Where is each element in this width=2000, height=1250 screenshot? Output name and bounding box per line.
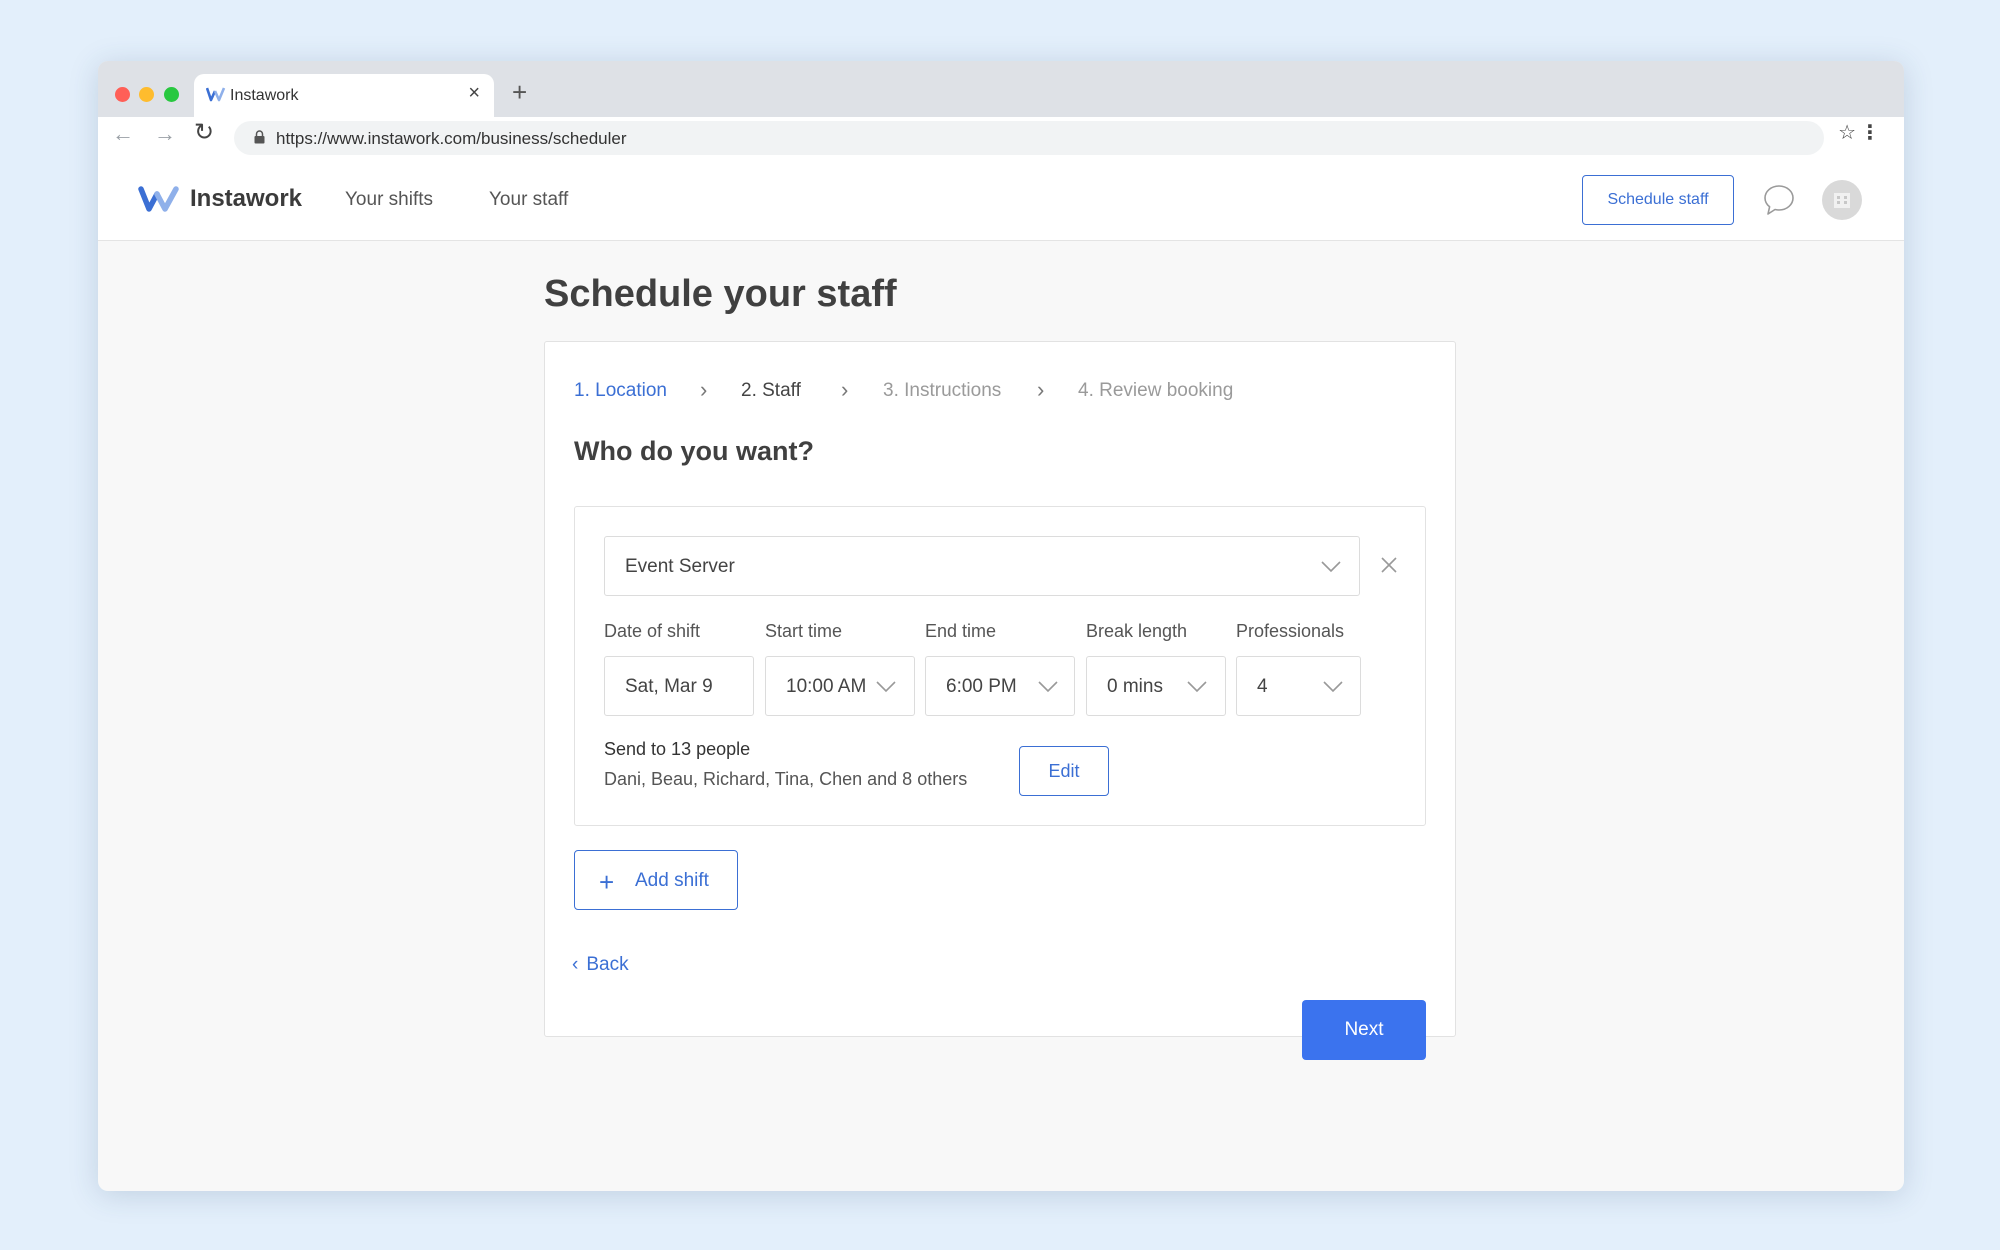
chevron-right-icon: › — [1037, 377, 1045, 402]
forward-arrow-icon[interactable]: → — [154, 123, 176, 145]
chevron-right-icon: › — [700, 377, 708, 402]
start-time-value: 10:00 AM — [786, 676, 867, 697]
chevron-down-icon — [876, 681, 896, 693]
browser-tab[interactable]: Instawork × — [194, 74, 494, 117]
chevron-down-icon — [1323, 681, 1343, 693]
app-header: Instawork Your shifts Your staff Schedul… — [98, 159, 1904, 241]
chevron-right-icon: › — [841, 377, 849, 402]
date-label: Date of shift — [604, 621, 701, 641]
browser-window: Instawork × + ← → ↻ https://www.instawor… — [98, 61, 1904, 1191]
next-button[interactable]: Next — [1302, 1000, 1426, 1060]
logo-text: Instawork — [190, 185, 303, 212]
reload-icon[interactable]: ↻ — [194, 121, 214, 145]
tab-title: Instawork — [230, 87, 299, 104]
step-staff: 2. Staff — [741, 380, 801, 401]
tab-bar: Instawork × + — [98, 61, 1904, 117]
edit-recipients-button[interactable]: Edit — [1019, 746, 1109, 796]
page-title: Schedule your staff — [544, 273, 897, 315]
end-time-value: 6:00 PM — [946, 676, 1017, 697]
start-time-label: Start time — [765, 621, 843, 641]
lock-icon — [254, 130, 265, 144]
chevron-down-icon — [1321, 561, 1341, 573]
scheduler-card: 1. Location › 2. Staff › 3. Instructions… — [544, 341, 1456, 1060]
nav-your-shifts[interactable]: Your shifts — [345, 189, 433, 211]
step-instructions: 3. Instructions — [883, 380, 1002, 401]
step-review-booking: 4. Review booking — [1078, 380, 1234, 401]
remove-shift-icon[interactable] — [1380, 556, 1398, 574]
add-shift-button[interactable]: + Add shift — [574, 850, 738, 910]
nav-your-staff[interactable]: Your staff — [489, 189, 568, 211]
step-location[interactable]: 1. Location — [574, 380, 667, 402]
professionals-label: Professionals — [1236, 621, 1345, 641]
professionals-value: 4 — [1257, 676, 1268, 697]
building-icon — [1834, 193, 1850, 208]
break-length-value: 0 mins — [1107, 676, 1163, 697]
url-input[interactable]: https://www.instawork.com/business/sched… — [234, 121, 1824, 155]
minimize-window-button[interactable] — [139, 87, 154, 102]
role-value: Event Server — [625, 556, 735, 577]
close-window-button[interactable] — [115, 87, 130, 102]
break-length-label: Break length — [1086, 621, 1188, 641]
instawork-logo-icon — [138, 186, 179, 212]
instawork-favicon-icon — [206, 87, 226, 102]
back-label: Back — [586, 954, 629, 975]
professionals-select[interactable]: 4 — [1236, 656, 1361, 716]
section-heading: Who do you want? — [574, 436, 814, 466]
add-shift-label: Add shift — [635, 870, 709, 891]
plus-icon: + — [599, 867, 615, 897]
browser-menu-icon[interactable]: ⋮ — [1860, 123, 1880, 143]
avatar[interactable] — [1822, 180, 1862, 220]
role-select[interactable]: Event Server — [604, 536, 1360, 596]
maximize-window-button[interactable] — [164, 87, 179, 102]
new-tab-icon[interactable]: + — [512, 79, 527, 105]
date-value: Sat, Mar 9 — [625, 676, 713, 697]
shift-box: Event Server Date of shift Start time En… — [574, 506, 1426, 826]
send-to-count: Send to 13 people — [604, 739, 751, 759]
send-to-names: Dani, Beau, Richard, Tina, Chen and 8 ot… — [604, 769, 968, 789]
address-bar: ← → ↻ https://www.instawork.com/business… — [98, 117, 1904, 159]
start-time-select[interactable]: 10:00 AM — [765, 656, 915, 716]
chevron-down-icon — [1038, 681, 1058, 693]
url-text: https://www.instawork.com/business/sched… — [276, 129, 627, 148]
back-link[interactable]: ‹ Back — [572, 954, 629, 976]
chevron-down-icon — [1187, 681, 1207, 693]
end-time-label: End time — [925, 621, 997, 641]
chevron-left-icon: ‹ — [572, 954, 579, 975]
schedule-staff-button[interactable]: Schedule staff — [1582, 175, 1734, 225]
back-arrow-icon[interactable]: ← — [112, 123, 134, 145]
chat-bubble-icon[interactable] — [1762, 183, 1796, 217]
end-time-select[interactable]: 6:00 PM — [925, 656, 1075, 716]
break-length-select[interactable]: 0 mins — [1086, 656, 1226, 716]
close-tab-icon[interactable]: × — [468, 83, 480, 103]
bookmark-star-icon[interactable]: ☆ — [1838, 123, 1856, 143]
date-input[interactable]: Sat, Mar 9 — [604, 656, 754, 716]
